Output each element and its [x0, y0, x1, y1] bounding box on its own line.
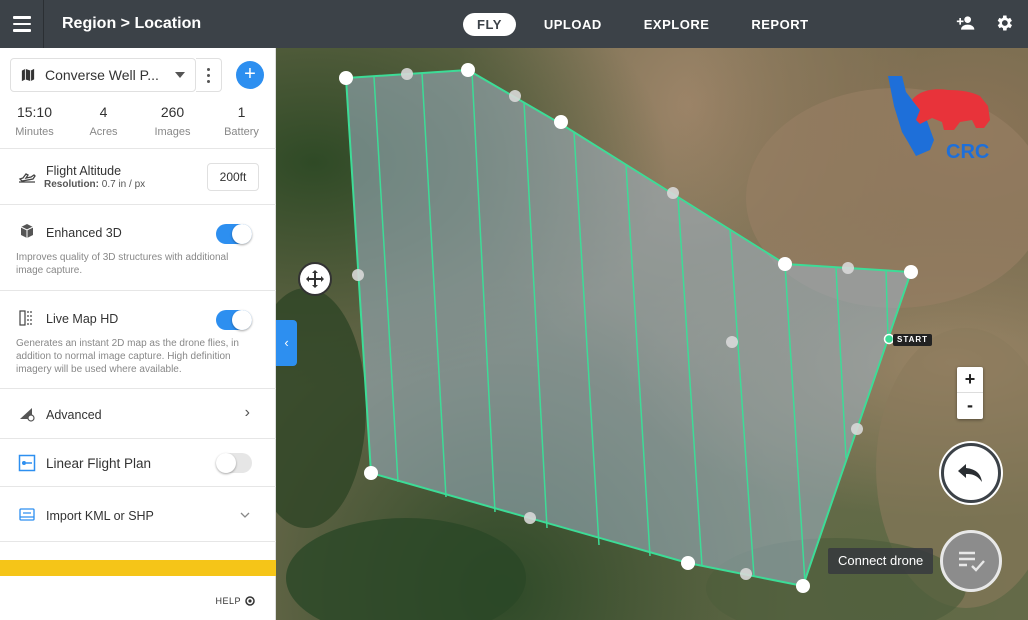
stat-minutes: 15:10 Minutes: [0, 104, 69, 144]
enhanced-3d-title: Enhanced 3D: [46, 226, 122, 240]
help-label: HELP: [215, 596, 241, 606]
plane-icon: [18, 173, 36, 183]
zoom-in-button[interactable]: +: [957, 367, 983, 393]
help-link[interactable]: HELP: [215, 596, 255, 606]
live-map-toggle[interactable]: [216, 310, 252, 330]
stat-value: 15:10: [16, 104, 53, 120]
collapse-sidebar-button[interactable]: ‹: [276, 320, 297, 366]
chevron-down-icon: [240, 512, 250, 518]
tab-fly[interactable]: FLY: [463, 13, 516, 36]
stat-label: Images: [154, 126, 191, 138]
zoom-out-button[interactable]: -: [957, 393, 983, 419]
plan-selector[interactable]: Converse Well P...: [10, 58, 196, 92]
breadcrumb[interactable]: Region > Location: [62, 15, 201, 33]
flight-plan-sidebar: Converse Well P... + 15:10 Minutes 4 Acr…: [0, 48, 276, 620]
advanced-title: Advanced: [46, 408, 102, 422]
stat-value: 260: [160, 104, 185, 120]
stat-label: Battery: [224, 126, 259, 138]
resolution-value: 0.7 in / px: [101, 179, 146, 190]
connect-drone-label: Connect drone: [828, 548, 934, 574]
linear-flight-section: Linear Flight Plan: [0, 438, 276, 486]
stat-battery: 1 Battery: [207, 104, 276, 144]
tab-upload[interactable]: UPLOAD: [530, 13, 616, 36]
logo-text: CRC: [946, 141, 989, 163]
main-nav: FLY UPLOAD EXPLORE REPORT: [463, 13, 837, 36]
menu-button[interactable]: [0, 0, 44, 48]
altitude-input[interactable]: 200ft: [207, 163, 259, 191]
flight-altitude-section: Flight Altitude Resolution: 0.7 in / px …: [0, 148, 276, 204]
map-icon: [21, 68, 35, 82]
tab-explore[interactable]: EXPLORE: [630, 13, 724, 36]
stat-acres: 4 Acres: [69, 104, 138, 144]
stat-images: 260 Images: [138, 104, 207, 144]
add-user-icon[interactable]: [956, 13, 976, 33]
stat-value: 1: [237, 104, 246, 120]
plan-row: Converse Well P... +: [10, 58, 266, 92]
advanced-settings-icon: [20, 408, 35, 422]
import-title: Import KML or SHP: [46, 509, 154, 523]
help-icon: [245, 596, 255, 606]
start-label: START: [893, 334, 933, 346]
enhanced-3d-section: Enhanced 3D Improves quality of 3D struc…: [0, 204, 276, 290]
import-section[interactable]: Import KML or SHP: [0, 486, 276, 542]
tab-report[interactable]: REPORT: [737, 13, 822, 36]
add-plan-button[interactable]: +: [236, 61, 264, 89]
move-arrows-icon: [306, 270, 324, 288]
zoom-control: + -: [957, 367, 983, 419]
banner-strip: [0, 560, 276, 576]
stat-label: Acres: [89, 126, 118, 138]
linear-plan-icon: [18, 454, 36, 472]
gear-icon[interactable]: [994, 13, 1014, 33]
linear-flight-title: Linear Flight Plan: [46, 456, 152, 471]
chevron-right-icon: ›: [244, 404, 250, 421]
stat-label: Minutes: [15, 126, 54, 138]
menu-icon: [12, 16, 31, 19]
advanced-section[interactable]: Advanced ›: [0, 388, 276, 438]
crc-logo: CRC: [888, 76, 990, 163]
enhanced-3d-toggle[interactable]: [216, 224, 252, 244]
enhanced-3d-desc: Improves quality of 3D structures with a…: [16, 252, 229, 276]
cube-icon: [20, 224, 34, 238]
live-map-icon: [19, 310, 32, 326]
plan-options-button[interactable]: [196, 58, 222, 92]
checklist-icon: [959, 551, 985, 572]
linear-flight-toggle[interactable]: [216, 453, 252, 473]
live-map-section: Live Map HD Generates an instant 2D map …: [0, 290, 276, 388]
flight-altitude-title: Flight Altitude: [46, 164, 122, 178]
move-map-button[interactable]: [298, 262, 332, 296]
top-icons: [956, 13, 1014, 33]
undo-arrow-icon: [958, 464, 982, 482]
top-bar: Region > Location FLY UPLOAD EXPLORE REP…: [0, 0, 1028, 48]
resolution-label: Resolution:: [44, 179, 99, 190]
flight-stats: 15:10 Minutes 4 Acres 260 Images 1 Batte…: [0, 104, 276, 144]
connect-drone-button[interactable]: [940, 530, 1002, 592]
kebab-icon: [207, 67, 210, 71]
stat-value: 4: [99, 104, 108, 120]
resolution-line: Resolution: 0.7 in / px: [44, 179, 145, 190]
plan-name: Converse Well P...: [45, 67, 159, 83]
return-home-button[interactable]: [941, 443, 1001, 503]
live-map-title: Live Map HD: [46, 312, 119, 326]
import-file-icon: [19, 508, 35, 521]
live-map-desc: Generates an instant 2D map as the drone…: [16, 338, 239, 375]
caret-down-icon: [175, 72, 185, 78]
